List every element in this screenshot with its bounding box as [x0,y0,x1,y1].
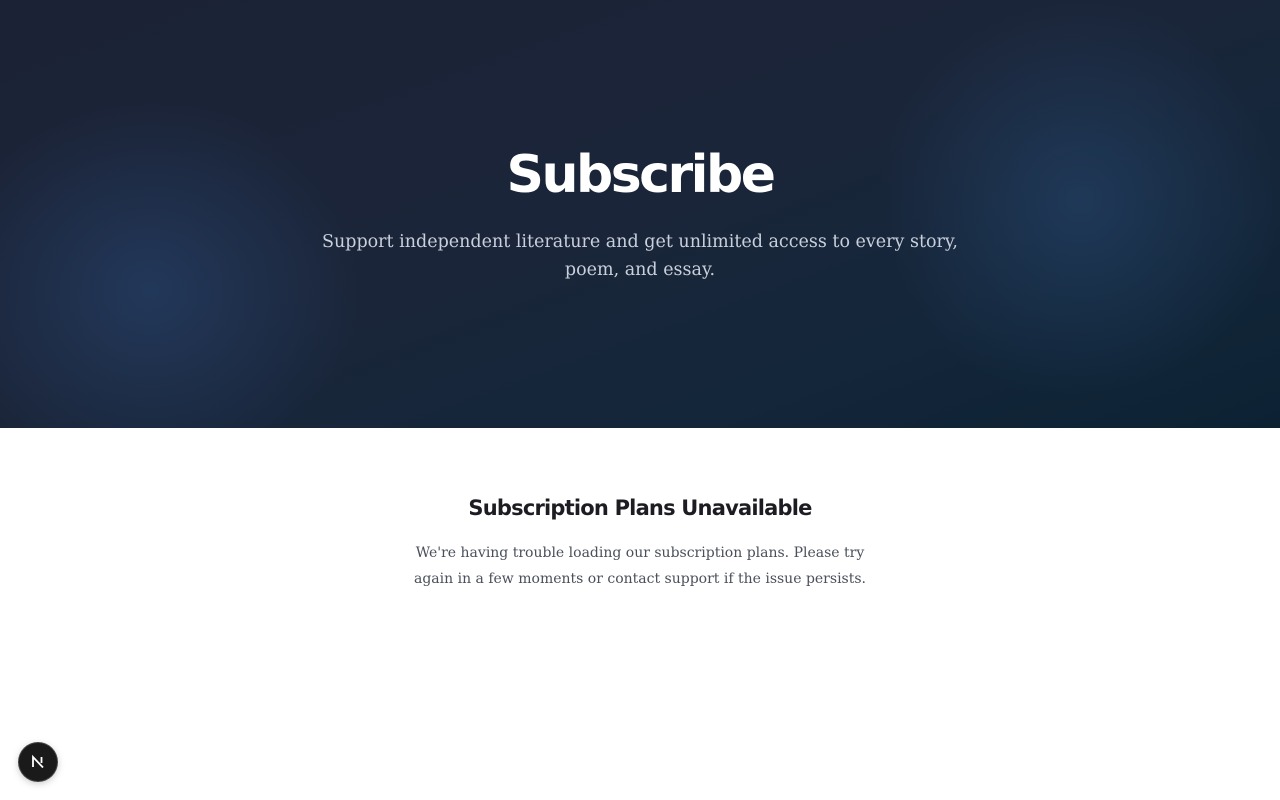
hero-subtitle: Support independent literature and get u… [321,232,958,280]
hero-banner: Subscribe Support independent literature… [0,0,1280,428]
nextjs-icon [28,752,48,772]
nextjs-dev-tools-button[interactable] [19,743,57,781]
page-title: Subscribe [506,145,776,205]
plans-unavailable-message: We're having trouble loading our subscri… [414,545,866,587]
plans-unavailable-title: Subscription Plans Unavailable [468,496,812,520]
